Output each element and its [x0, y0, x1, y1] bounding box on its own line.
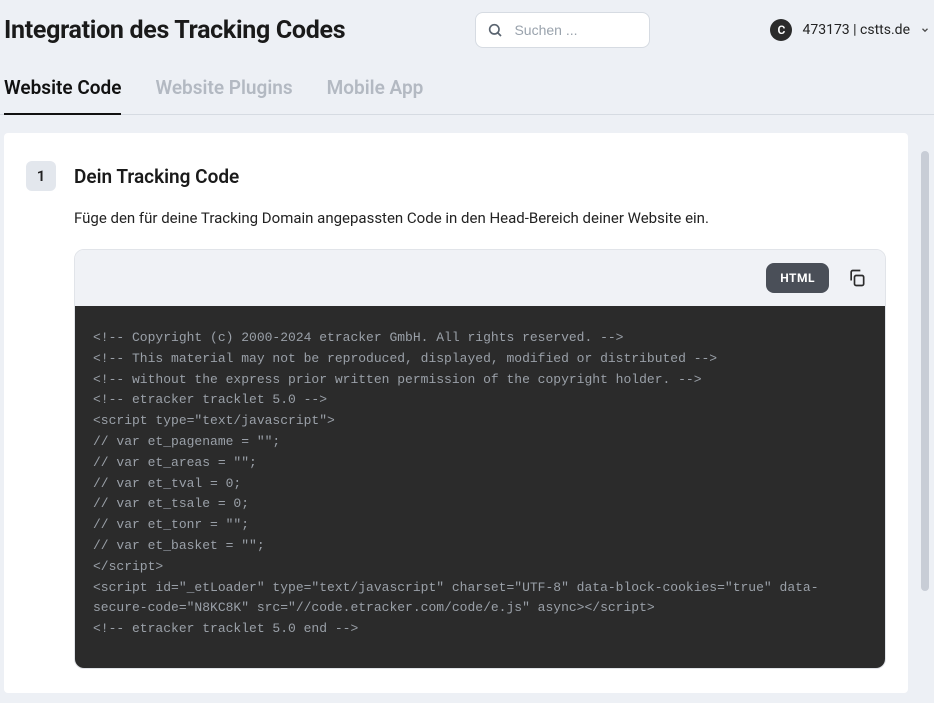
avatar: C [770, 19, 792, 41]
scrollbar[interactable] [921, 151, 929, 671]
content-area: 1 Dein Tracking Code Füge den für deine … [0, 133, 934, 695]
account-label: 473173 | cstts.de [802, 22, 910, 38]
scrollbar-thumb[interactable] [921, 151, 929, 591]
page-title: Integration des Tracking Codes [4, 16, 345, 45]
tabs: Website Code Website Plugins Mobile App [0, 66, 934, 115]
code-content[interactable]: <!-- Copyright (c) 2000-2024 etracker Gm… [75, 306, 885, 668]
account-menu[interactable]: C 473173 | cstts.de [770, 19, 930, 41]
code-header: HTML [75, 250, 885, 306]
page-header: Integration des Tracking Codes C 473173 … [0, 0, 934, 66]
search-wrap [475, 12, 650, 48]
step-card: 1 Dein Tracking Code Füge den für deine … [4, 133, 908, 693]
code-language-badge: HTML [766, 263, 829, 293]
step-header: 1 Dein Tracking Code [26, 161, 886, 191]
tab-mobile-app[interactable]: Mobile App [327, 66, 424, 115]
step-number: 1 [26, 161, 56, 191]
chevron-down-icon [920, 25, 930, 35]
code-block: HTML <!-- Copyright (c) 2000-2024 etrack… [74, 249, 886, 669]
step-description: Füge den für deine Tracking Domain angep… [74, 209, 886, 227]
copy-icon[interactable] [847, 268, 867, 288]
step-title: Dein Tracking Code [74, 165, 239, 188]
tab-website-plugins[interactable]: Website Plugins [155, 66, 292, 115]
search-icon [487, 22, 503, 38]
tab-website-code[interactable]: Website Code [4, 66, 121, 115]
